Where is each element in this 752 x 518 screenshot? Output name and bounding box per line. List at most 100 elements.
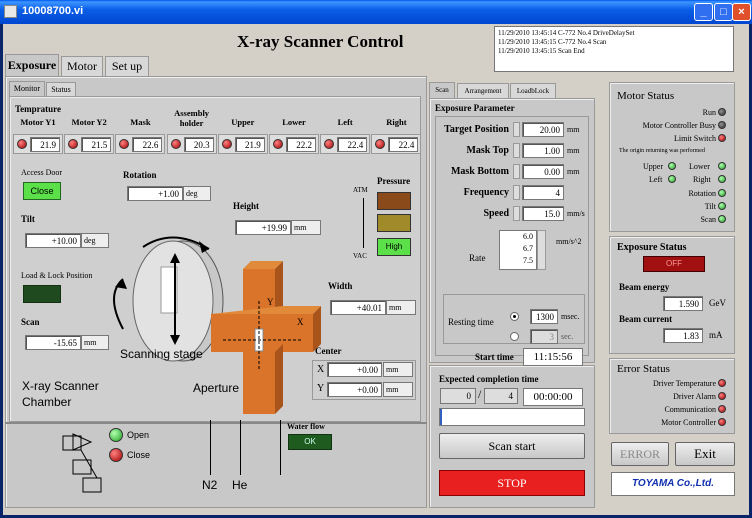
rotation-value: +1.00 — [127, 186, 183, 201]
temp-column-label: Assembly holder — [174, 108, 210, 128]
start-time-label: Start time — [475, 352, 514, 362]
exit-button[interactable]: Exit — [675, 442, 735, 466]
tab-arrangement[interactable]: Arrangement — [457, 83, 509, 98]
beam-current-label: Beam current — [619, 314, 673, 324]
param-value[interactable]: 20.00 — [522, 122, 564, 137]
rest-sec-value[interactable]: 3 — [530, 329, 558, 344]
app-title: X-ray Scanner Control — [237, 32, 404, 51]
upper-led — [668, 162, 676, 170]
param-value[interactable]: 0.00 — [522, 164, 564, 179]
temp-column-label: Motor Y1 — [20, 117, 56, 127]
log-line: 11/29/2010 13:45:14 C-772 No.4 DriveDela… — [498, 29, 635, 37]
tab-setup[interactable]: Set up — [105, 56, 149, 76]
load-lock-indicator — [23, 285, 61, 303]
rest-sec-unit: sec. — [561, 332, 574, 341]
param-value[interactable]: 1.00 — [522, 143, 564, 158]
param-label: Target Position — [444, 124, 509, 135]
pressure-arrow — [363, 198, 364, 248]
tab-status[interactable]: Status — [46, 82, 76, 96]
rest-msec-value[interactable]: 1300 — [530, 309, 558, 324]
status-limit-label: Limit Switch — [674, 134, 716, 143]
err-comm-label: Communication — [664, 405, 716, 414]
origin-note: The origin returning was performed — [619, 148, 705, 154]
rest-sec-radio[interactable] — [510, 332, 519, 341]
tilt-status-label: Tilt — [704, 202, 716, 211]
rotation-led — [718, 189, 726, 197]
param-label: Mask Bottom — [450, 166, 509, 177]
tilt-label: Tilt — [21, 214, 35, 224]
rotation-label: Rotation — [123, 170, 157, 180]
tab-scan[interactable]: Scan — [429, 82, 455, 98]
temp-column-label: Left — [337, 117, 353, 127]
tab-loadlock[interactable]: LoadbLock — [510, 83, 556, 98]
param-unit: mm/s — [567, 209, 585, 218]
close-button[interactable]: × — [732, 3, 751, 21]
error-button[interactable]: ERROR — [611, 442, 669, 466]
beam-energy-label: Beam energy — [619, 282, 670, 292]
tab-monitor[interactable]: Monitor — [9, 81, 45, 96]
center-x-unit: mm — [383, 362, 413, 377]
run-led — [718, 108, 726, 116]
param-label: Mask Top — [466, 145, 509, 156]
right-led — [718, 175, 726, 183]
temp-value: 21.9 — [234, 137, 265, 152]
maximize-button[interactable]: □ — [714, 3, 733, 21]
tab-motor[interactable]: Motor — [61, 56, 103, 76]
tab-exposure[interactable]: Exposure — [5, 54, 59, 76]
rest-msec-radio[interactable] — [510, 312, 519, 321]
beam-energy-unit: GeV — [709, 298, 726, 308]
temp-column-label: Upper — [231, 117, 255, 127]
temp-value: 22.4 — [337, 137, 368, 152]
param-value[interactable]: 4 — [522, 185, 564, 200]
param-label: Frequency — [463, 187, 509, 198]
resting-time-label: Resting time — [448, 317, 494, 327]
param-spinner[interactable] — [513, 143, 520, 158]
temp-value: 22.4 — [388, 137, 419, 152]
rate-option[interactable]: 7.5 — [500, 255, 533, 267]
event-log: 11/29/2010 13:45:14 C-772 No.4 DriveDela… — [494, 26, 734, 72]
scan-pos-value: -15.65 — [25, 335, 81, 350]
count-slash: / — [478, 387, 482, 401]
rotation-status-label: Rotation — [688, 189, 716, 198]
pressure-label: Pressure — [377, 176, 411, 186]
log-line: 11/29/2010 13:45:15 Scan End — [498, 47, 585, 55]
rate-unit: mm/s^2 — [556, 237, 582, 246]
progress-bar — [439, 408, 585, 426]
access-door-indicator: Close — [23, 182, 61, 200]
open-label: Open — [127, 430, 150, 440]
err-controller-led — [718, 418, 726, 426]
he-label: He — [232, 478, 248, 492]
open-led — [109, 428, 123, 442]
stop-button[interactable]: STOP — [439, 470, 585, 496]
scan-total: 4 — [484, 388, 518, 404]
param-spinner[interactable] — [513, 185, 520, 200]
minimize-button[interactable]: _ — [694, 3, 713, 21]
lower-led — [718, 162, 726, 170]
access-door-label: Access Door — [21, 168, 63, 177]
rate-option[interactable]: 6.7 — [500, 243, 533, 255]
rate-option[interactable]: 6.0 — [500, 231, 533, 243]
start-time-value: 11:15:56 — [523, 348, 583, 366]
status-run-label: Run — [702, 108, 716, 117]
param-spinner[interactable] — [513, 122, 520, 137]
exposure-status-heading: Exposure Status — [617, 242, 687, 253]
water-arrow — [280, 420, 281, 475]
temperature-heading: Temprature — [15, 104, 61, 114]
param-value[interactable]: 15.0 — [522, 206, 564, 221]
rate-scrollbar[interactable] — [537, 230, 546, 270]
temp-column-label: Mask — [130, 117, 151, 127]
temp-value: 22.2 — [286, 137, 316, 152]
width-unit: mm — [386, 300, 416, 315]
rest-msec-unit: msec. — [561, 312, 580, 321]
param-spinner[interactable] — [513, 164, 520, 179]
temp-column-label: Motor Y2 — [71, 117, 107, 127]
he-arrow — [240, 420, 241, 475]
temp-led — [221, 139, 232, 149]
param-spinner[interactable] — [513, 206, 520, 221]
aperture-label: Aperture — [193, 381, 240, 395]
exposure-param-heading: Exposure Parameter — [435, 103, 515, 113]
scanning-stage-label: Scanning stage — [120, 347, 203, 361]
rate-listbox[interactable]: 6.0 6.7 7.5 — [499, 230, 537, 270]
scan-start-button[interactable]: Scan start — [439, 433, 585, 459]
busy-led — [718, 121, 726, 129]
